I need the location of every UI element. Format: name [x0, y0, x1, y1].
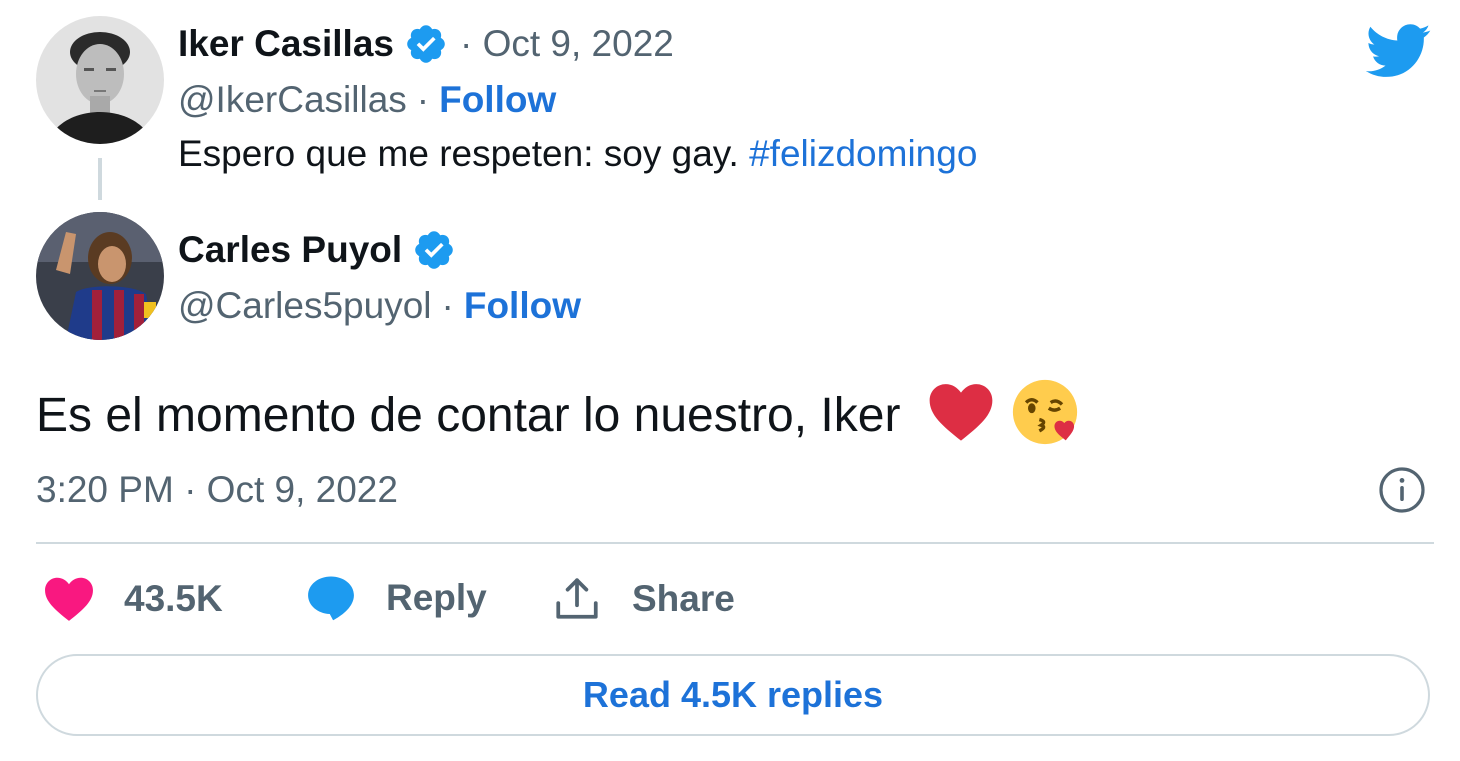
- quoted-author-name[interactable]: Iker Casillas: [178, 22, 394, 66]
- quoted-tweet-body: Espero que me respeten: soy gay. #felizd…: [178, 132, 977, 176]
- hashtag-link[interactable]: #felizdomingo: [749, 133, 977, 174]
- quoted-tweet-text: Espero que me respeten: soy gay.: [178, 133, 739, 174]
- divider: [36, 542, 1434, 544]
- verified-badge-icon: [412, 228, 456, 272]
- separator-dot: ·: [416, 79, 430, 120]
- verified-badge-icon: [404, 22, 448, 66]
- like-count[interactable]: 43.5K: [124, 577, 223, 621]
- main-tweet-header: Carles Puyol: [178, 228, 456, 272]
- follow-puyol-button[interactable]: Follow: [464, 284, 581, 328]
- reply-label[interactable]: Reply: [386, 576, 487, 620]
- main-tweet-text: Es el momento de contar lo nuestro, Iker: [36, 389, 901, 443]
- read-replies-button[interactable]: Read 4.5K replies: [36, 654, 1430, 736]
- share-upload-icon[interactable]: [552, 574, 602, 624]
- separator-dot: ·: [441, 285, 454, 326]
- puyol-avatar[interactable]: [36, 212, 164, 340]
- reply-action[interactable]: Reply: [306, 574, 487, 622]
- face-blowing-kiss-emoji-icon: [1011, 378, 1079, 459]
- iker-avatar[interactable]: [36, 16, 164, 144]
- like-action[interactable]: 43.5K: [44, 576, 223, 622]
- follow-iker-button[interactable]: Follow: [439, 78, 556, 122]
- share-action[interactable]: Share: [552, 574, 735, 624]
- thread-connector-line: [98, 158, 102, 200]
- quoted-tweet-header: Iker Casillas · Oct 9, 2022: [178, 22, 674, 66]
- main-author-name[interactable]: Carles Puyol: [178, 228, 402, 272]
- main-tweet-subheader: @Carles5puyol · Follow: [178, 284, 581, 328]
- red-heart-emoji-icon: [928, 382, 994, 455]
- share-label[interactable]: Share: [632, 577, 735, 621]
- quoted-tweet-date[interactable]: · Oct 9, 2022: [460, 22, 674, 66]
- tweet-timestamp[interactable]: 3:20 PM · Oct 9, 2022: [36, 468, 398, 512]
- heart-icon[interactable]: [44, 576, 94, 622]
- quoted-author-handle[interactable]: @IkerCasillas: [178, 78, 407, 122]
- main-tweet-body: Es el momento de contar lo nuestro, Iker: [36, 378, 1079, 459]
- info-icon[interactable]: [1378, 466, 1426, 519]
- quoted-tweet-subheader: @IkerCasillas · Follow: [178, 78, 556, 122]
- main-author-handle[interactable]: @Carles5puyol: [178, 284, 432, 328]
- twitter-bird-icon[interactable]: [1365, 24, 1432, 83]
- speech-bubble-icon[interactable]: [306, 574, 356, 622]
